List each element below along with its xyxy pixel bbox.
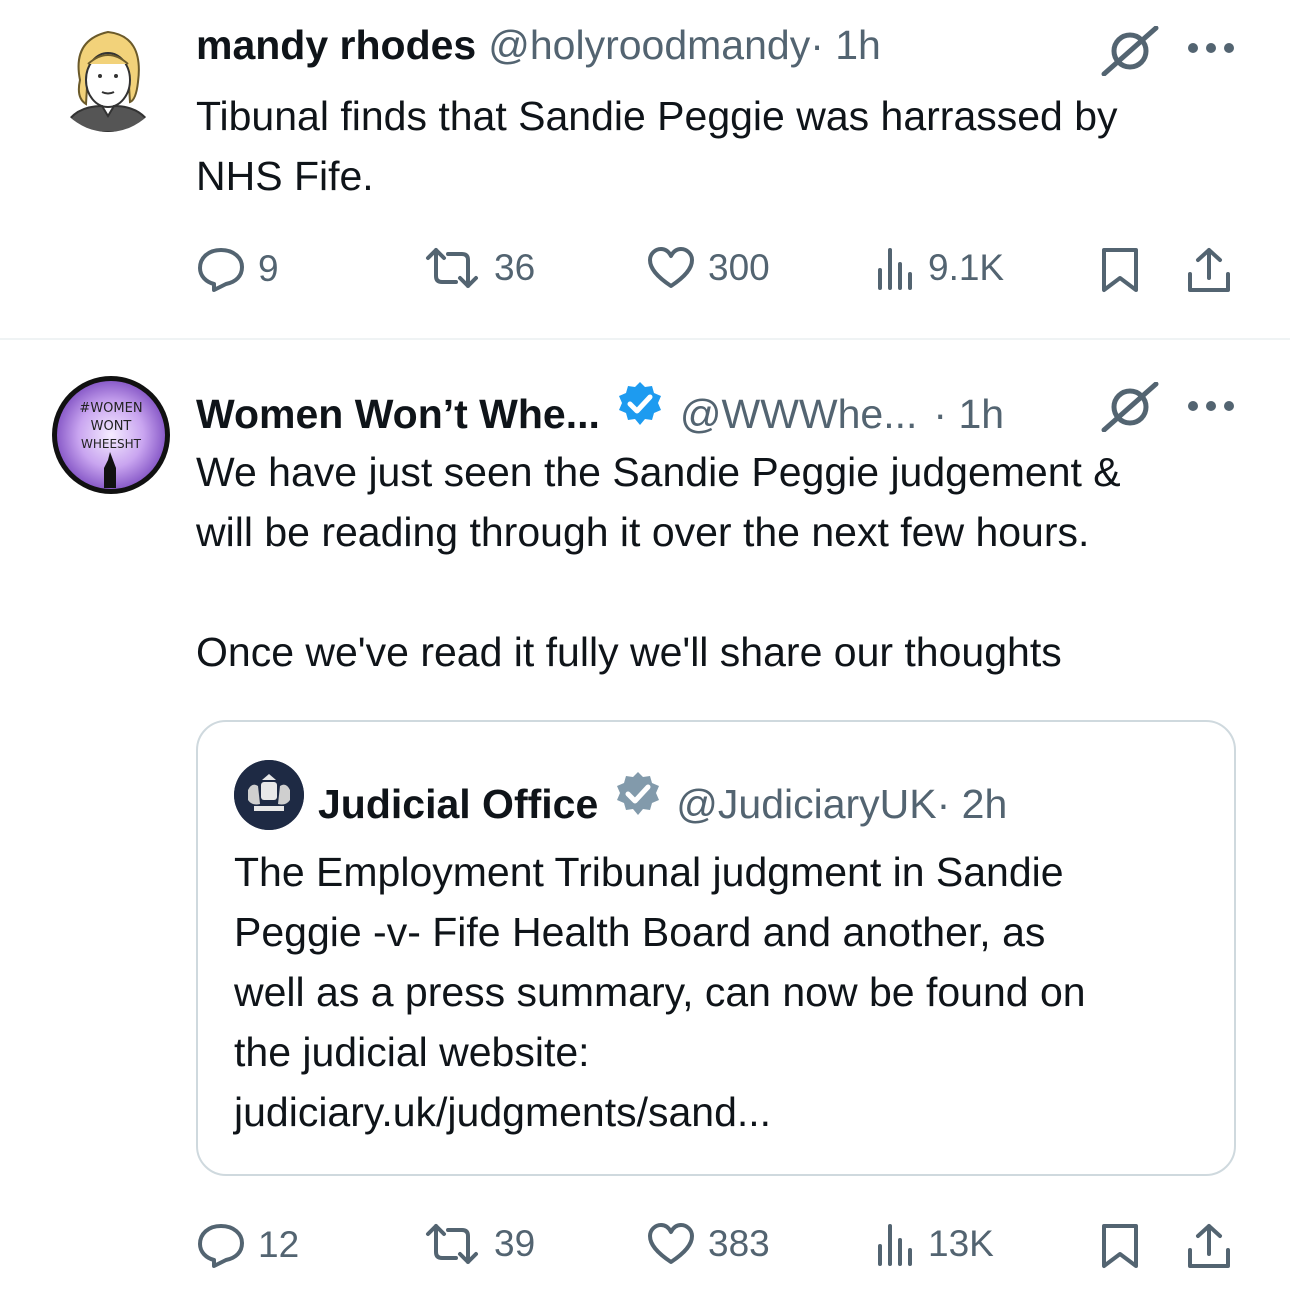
views-count: 13K	[928, 1223, 994, 1264]
quoted-timestamp[interactable]: · 2h	[937, 781, 1008, 828]
quoted-avatar[interactable]	[234, 760, 304, 830]
quoted-text: The Employment Tribunal judgment in Sand…	[234, 849, 1086, 1135]
timestamp[interactable]: · 1h	[810, 22, 881, 69]
heart-icon	[648, 1223, 694, 1264]
action-bar: 12 39 383 13K	[196, 1222, 1236, 1272]
reply-count: 9	[258, 248, 279, 289]
author-handle[interactable]: @holyroodmandy	[488, 22, 810, 69]
bookmark-button[interactable]	[1100, 1222, 1140, 1270]
repost-icon	[426, 248, 478, 288]
bookmark-button[interactable]	[1100, 246, 1140, 294]
heart-icon	[648, 247, 694, 288]
reply-button[interactable]: 9	[196, 246, 279, 292]
reply-button[interactable]: 12	[196, 1222, 299, 1268]
repost-button[interactable]: 36	[422, 246, 535, 290]
repost-count: 39	[494, 1223, 536, 1264]
bookmark-icon	[1102, 248, 1138, 292]
bookmark-icon	[1102, 1224, 1138, 1268]
timestamp[interactable]: · 1h	[933, 391, 1004, 438]
tweet-women-wont-wheesht[interactable]: #WOMEN WONT WHEESHT Women Won’t Whe... @…	[0, 340, 1290, 1300]
like-count: 300	[708, 247, 770, 288]
avatar-logo: #WOMEN WONT WHEESHT	[57, 381, 165, 489]
reply-icon	[198, 248, 244, 292]
like-button[interactable]: 300	[646, 246, 770, 290]
author-name[interactable]: mandy rhodes	[196, 22, 476, 69]
gray-verified-badge-icon	[614, 770, 662, 828]
share-icon	[1188, 248, 1230, 292]
views-icon	[878, 248, 912, 290]
share-button[interactable]	[1186, 1222, 1232, 1270]
repost-count: 36	[494, 247, 536, 288]
views-button[interactable]: 13K	[874, 1222, 994, 1266]
avatar-text-line2: WONT	[91, 419, 132, 434]
avatar-illustration	[60, 30, 156, 132]
more-icon[interactable]	[1186, 398, 1236, 419]
reply-icon	[198, 1224, 244, 1268]
quoted-author-handle[interactable]: @JudiciaryUK	[676, 781, 936, 828]
tweet-header: mandy rhodes @holyroodmandy · 1h	[196, 22, 881, 69]
quoted-header: Judicial Office @JudiciaryUK · 2h	[318, 770, 1007, 828]
like-count: 383	[708, 1223, 770, 1264]
grok-icon[interactable]	[1100, 25, 1160, 81]
avatar[interactable]: #WOMEN WONT WHEESHT	[52, 376, 170, 494]
quoted-author-name[interactable]: Judicial Office	[318, 781, 598, 828]
royal-coat-of-arms-icon	[234, 760, 304, 830]
tweet-mandy-rhodes[interactable]: mandy rhodes @holyroodmandy · 1h Tibunal…	[0, 0, 1290, 338]
tweet-header: Women Won’t Whe... @WWWhe... · 1h	[196, 380, 1004, 438]
repost-icon	[426, 1224, 478, 1264]
like-button[interactable]: 383	[646, 1222, 770, 1266]
share-icon	[1188, 1224, 1230, 1268]
grok-icon[interactable]	[1100, 381, 1160, 437]
share-button[interactable]	[1186, 246, 1232, 294]
reply-count: 12	[258, 1224, 300, 1265]
tweet-text: Tibunal finds that Sandie Peggie was har…	[196, 93, 1118, 199]
author-name[interactable]: Women Won’t Whe...	[196, 391, 600, 438]
action-bar: 9 36 300 9.1K	[196, 246, 1236, 296]
quoted-tweet[interactable]: Judicial Office @JudiciaryUK · 2h The Em…	[196, 720, 1236, 1176]
views-button[interactable]: 9.1K	[874, 246, 1004, 290]
more-icon[interactable]	[1186, 40, 1236, 61]
views-count: 9.1K	[928, 247, 1005, 288]
views-icon	[878, 1224, 912, 1266]
repost-button[interactable]: 39	[422, 1222, 535, 1266]
verified-badge-icon	[616, 380, 664, 438]
avatar-text-line3: WHEESHT	[81, 437, 142, 451]
author-handle[interactable]: @WWWhe...	[680, 391, 918, 438]
avatar-text-line1: #WOMEN	[79, 401, 142, 416]
avatar[interactable]	[52, 20, 164, 132]
tweet-text: We have just seen the Sandie Peggie judg…	[196, 449, 1121, 675]
